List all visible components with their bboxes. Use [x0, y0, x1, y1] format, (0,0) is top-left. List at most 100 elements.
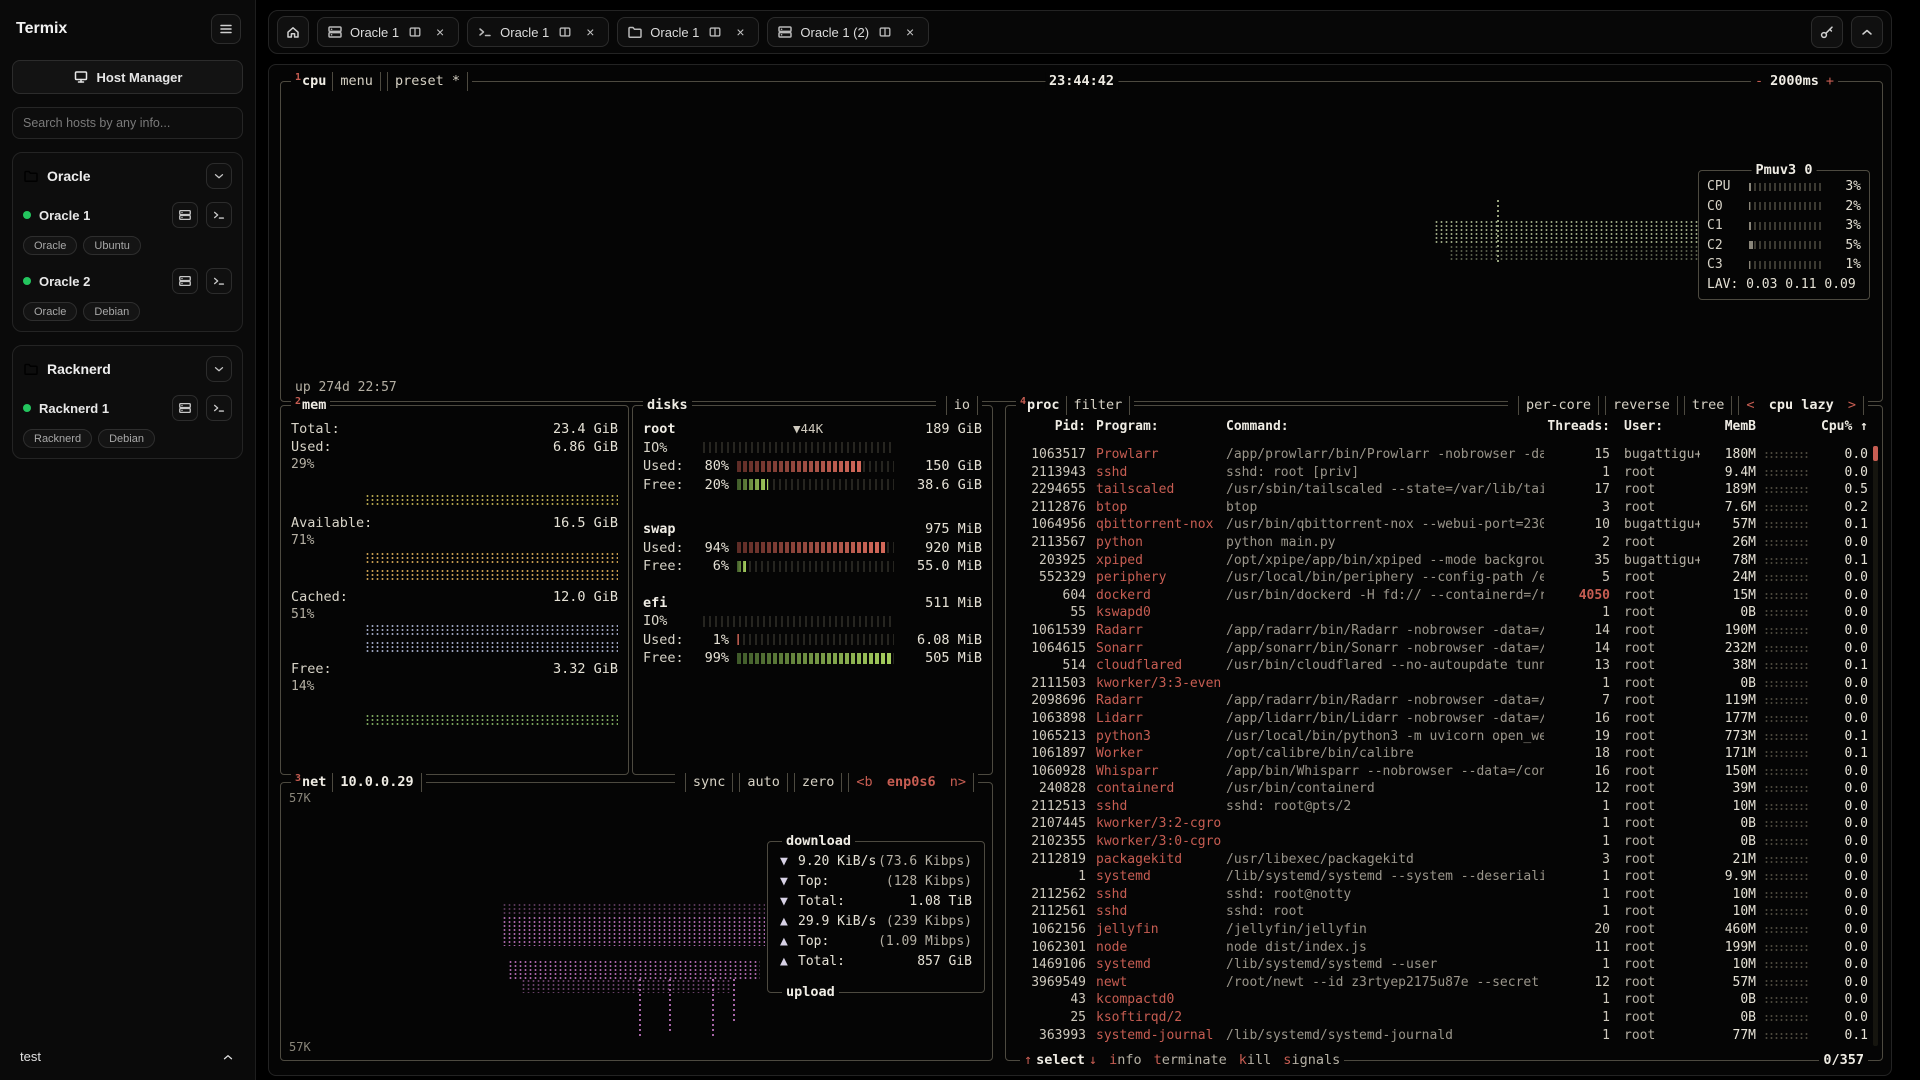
host-terminal-button[interactable]: [206, 202, 232, 228]
process-pid: 55: [1012, 604, 1086, 622]
filter-button[interactable]: filter: [1066, 396, 1131, 415]
process-row[interactable]: 240828 containerd /usr/bin/containerd 12…: [1012, 780, 1868, 798]
folder-collapse-button[interactable]: [206, 356, 232, 382]
process-row[interactable]: 2112561 sshd sshd: root 1 root 10M 0.0: [1012, 903, 1868, 921]
process-row[interactable]: 1062156 jellyfin /jellyfin/jellyfin 20 r…: [1012, 921, 1868, 939]
process-row[interactable]: 3969549 newt /root/newt --id z3rtyep2175…: [1012, 974, 1868, 992]
process-row[interactable]: 2111503 kworker/3:3-even 1 root 0B 0.0: [1012, 675, 1868, 693]
process-row[interactable]: 1469106 systemd /lib/systemd/systemd --u…: [1012, 956, 1868, 974]
tab-split-button[interactable]: [876, 23, 894, 41]
menu-button[interactable]: menu: [332, 72, 381, 91]
process-row[interactable]: 1 systemd /lib/systemd/systemd --system …: [1012, 868, 1868, 886]
process-row[interactable]: 2113943 sshd sshd: root [priv] 1 root 9.…: [1012, 464, 1868, 482]
iface-prev-button[interactable]: <b: [856, 774, 872, 790]
process-row[interactable]: 2112819 packagekitd /usr/libexec/package…: [1012, 851, 1868, 869]
terminal-view[interactable]: 1 cpu menu preset * 23:44:42 - 2000ms + …: [268, 64, 1892, 1076]
cpu-graph: [1449, 245, 1699, 260]
process-row[interactable]: 25 ksoftirqd/2 1 root 0B 0.0: [1012, 1009, 1868, 1027]
tab-oracle-1-files[interactable]: Oracle 1 ×: [617, 17, 759, 47]
process-row[interactable]: 1062301 node node dist/index.js 11 root …: [1012, 939, 1868, 957]
tab-close-button[interactable]: ×: [431, 23, 449, 41]
reverse-button[interactable]: reverse: [1605, 396, 1678, 415]
process-row[interactable]: 2112562 sshd sshd: root@notty 1 root 10M…: [1012, 886, 1868, 904]
net-zero-button[interactable]: zero: [794, 773, 843, 792]
net-sync-button[interactable]: sync: [685, 773, 734, 792]
tab-close-button[interactable]: ×: [731, 23, 749, 41]
process-row[interactable]: 1061539 Radarr /app/radarr/bin/Radarr -n…: [1012, 622, 1868, 640]
host-row-oracle-1[interactable]: Oracle 1: [23, 202, 232, 228]
home-button[interactable]: [277, 16, 309, 48]
net-auto-button[interactable]: auto: [739, 773, 788, 792]
per-core-button[interactable]: per-core: [1518, 396, 1599, 415]
host-connect-button[interactable]: [172, 268, 198, 294]
host-terminal-button[interactable]: [206, 268, 232, 294]
sidebar-footer-toggle[interactable]: test: [12, 1041, 243, 1072]
interval-decrease-button[interactable]: -: [1755, 72, 1763, 91]
folder-header[interactable]: Racknerd: [23, 356, 232, 382]
proc-signals-button[interactable]: signals: [1283, 1051, 1340, 1070]
process-row[interactable]: 2294655 tailscaled /usr/sbin/tailscaled …: [1012, 481, 1868, 499]
process-row[interactable]: 43 kcompactd0 1 root 0B 0.0: [1012, 991, 1868, 1009]
proc-panel-title: 4 proc filter: [1016, 396, 1134, 415]
process-row[interactable]: 203925 xpiped /opt/xpipe/app/bin/xpiped …: [1012, 552, 1868, 570]
tree-button[interactable]: tree: [1684, 396, 1733, 415]
host-row-racknerd-1[interactable]: Racknerd 1: [23, 395, 232, 421]
interval-increase-button[interactable]: +: [1826, 72, 1834, 91]
collapse-tabbar-button[interactable]: [1851, 16, 1883, 48]
process-row[interactable]: 1061897 Worker /opt/calibre/bin/calibre …: [1012, 745, 1868, 763]
process-row[interactable]: 2102355 kworker/3:0-cgro 1 root 0B 0.0: [1012, 833, 1868, 851]
process-command: sshd: root@pts/2: [1226, 798, 1544, 816]
tab-split-button[interactable]: [706, 23, 724, 41]
process-scrollbar[interactable]: [1873, 446, 1878, 1046]
process-row[interactable]: 2107445 kworker/3:2-cgro 1 root 0B 0.0: [1012, 815, 1868, 833]
host-manager-button[interactable]: Host Manager: [12, 60, 243, 94]
admin-tools-button[interactable]: [1811, 16, 1843, 48]
sort-selector[interactable]: < cpu lazy >: [1738, 396, 1864, 415]
sort-next-icon[interactable]: >: [1848, 397, 1856, 413]
sort-prev-icon[interactable]: <: [1746, 397, 1754, 413]
io-mode-button[interactable]: io: [946, 396, 978, 415]
tab-close-button[interactable]: ×: [901, 23, 919, 41]
process-row[interactable]: 1063898 Lidarr /app/lidarr/bin/Lidarr -n…: [1012, 710, 1868, 728]
proc-select-button[interactable]: select: [1036, 1051, 1085, 1070]
process-row[interactable]: 55 kswapd0 1 root 0B 0.0: [1012, 604, 1868, 622]
tab-split-button[interactable]: [556, 23, 574, 41]
host-connect-button[interactable]: [172, 395, 198, 421]
proc-kill-button[interactable]: kill: [1239, 1051, 1272, 1070]
proc-info-button[interactable]: info: [1109, 1051, 1142, 1070]
select-down-icon[interactable]: ↓: [1089, 1051, 1097, 1070]
tab-split-button[interactable]: [406, 23, 424, 41]
process-row[interactable]: 2112513 sshd sshd: root@pts/2 1 root 10M…: [1012, 798, 1868, 816]
process-row[interactable]: 552329 periphery /usr/local/bin/peripher…: [1012, 569, 1868, 587]
process-table-header[interactable]: Pid: Program: Command: Threads: User: Me…: [1012, 418, 1868, 436]
tab-oracle-1-server[interactable]: Oracle 1 ×: [317, 17, 459, 47]
process-scrollbar-thumb[interactable]: [1873, 446, 1878, 461]
process-row[interactable]: 514 cloudflared /usr/bin/cloudflared --n…: [1012, 657, 1868, 675]
process-row[interactable]: 363993 systemd-journal /lib/systemd/syst…: [1012, 1027, 1868, 1045]
select-up-icon[interactable]: ↑: [1024, 1051, 1032, 1070]
process-row[interactable]: 2098696 Radarr /app/radarr/bin/Radarr -n…: [1012, 692, 1868, 710]
process-row[interactable]: 2113567 python python main.py 2 root 26M…: [1012, 534, 1868, 552]
tab-oracle-1-terminal[interactable]: Oracle 1 ×: [467, 17, 609, 47]
tab-oracle-1-2-server[interactable]: Oracle 1 (2) ×: [767, 17, 929, 47]
selection-count: 0/357: [1819, 1051, 1868, 1070]
process-row[interactable]: 604 dockerd /usr/bin/dockerd -H fd:// --…: [1012, 587, 1868, 605]
process-row[interactable]: 1064956 qbittorrent-nox /usr/bin/qbittor…: [1012, 516, 1868, 534]
proc-terminate-button[interactable]: terminate: [1154, 1051, 1227, 1070]
process-command: /usr/sbin/tailscaled --state=/var/lib/ta…: [1226, 481, 1544, 499]
host-terminal-button[interactable]: [206, 395, 232, 421]
preset-button[interactable]: preset *: [387, 72, 468, 91]
sidebar-menu-button[interactable]: [211, 14, 241, 44]
process-row[interactable]: 1065213 python3 /usr/local/bin/python3 -…: [1012, 728, 1868, 746]
folder-header[interactable]: Oracle: [23, 163, 232, 189]
process-row[interactable]: 2112876 btop btop 3 root 7.6M 0.2: [1012, 499, 1868, 517]
folder-collapse-button[interactable]: [206, 163, 232, 189]
search-input[interactable]: [12, 107, 243, 139]
iface-next-button[interactable]: n>: [950, 774, 966, 790]
process-row[interactable]: 1063517 Prowlarr /app/prowlarr/bin/Prowl…: [1012, 446, 1868, 464]
process-row[interactable]: 1064615 Sonarr /app/sonarr/bin/Sonarr -n…: [1012, 640, 1868, 658]
tab-close-button[interactable]: ×: [581, 23, 599, 41]
process-row[interactable]: 1060928 Whisparr /app/bin/Whisparr --nob…: [1012, 763, 1868, 781]
host-row-oracle-2[interactable]: Oracle 2: [23, 268, 232, 294]
host-connect-button[interactable]: [172, 202, 198, 228]
